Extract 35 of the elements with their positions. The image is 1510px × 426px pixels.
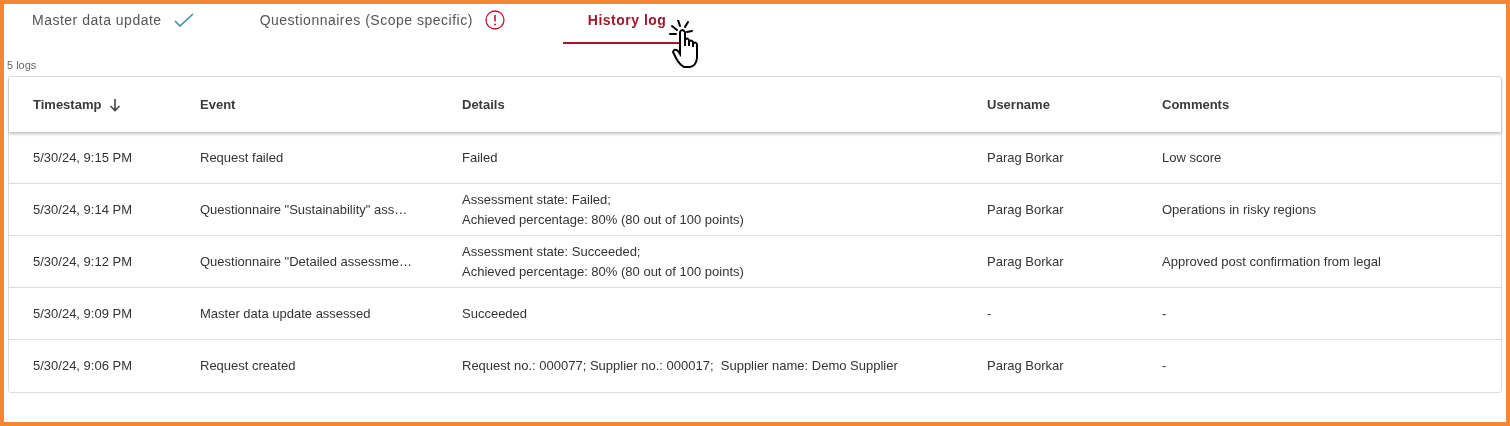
table-cell-line: Achieved percentage: 80% (80 out of 100 points) (462, 262, 744, 281)
log-count: 5 logs (6, 58, 38, 73)
table-cell-text: 5/30/24, 9:06 PM (33, 357, 132, 375)
table-cell-text: Questionnaire "Sustainability" ass… (200, 200, 408, 219)
table-cell-line: Assessment state: Succeeded; (462, 242, 641, 261)
table-cell-text: Approved post confirmation from legal (1162, 252, 1381, 271)
table-cell-line: Failed (462, 148, 498, 167)
table-cell-line: Succeeded (462, 304, 528, 323)
column-header[interactable]: Timestamp (33, 94, 102, 115)
table-cell-text: 5/30/24, 9:12 PM (33, 252, 132, 271)
column-header[interactable]: Comments (1162, 94, 1230, 115)
tab[interactable]: Questionnaires (Scope specific) (251, 4, 513, 44)
table-cell-line: Request no.: 000077; Supplier no.: 000017; Supplier name: Demo Supplier (462, 357, 898, 375)
table-cell-text: Low score (1162, 148, 1222, 167)
table-cell-text: - (1162, 357, 1167, 375)
table-cell-text: 5/30/24, 9:14 PM (33, 200, 132, 219)
tab[interactable]: Master data update (24, 4, 202, 44)
table-cell-text: Master data update assessed (200, 304, 371, 323)
table-cell-text: Parag Borkar (987, 200, 1064, 219)
table-cell-text: 5/30/24, 9:09 PM (33, 304, 132, 323)
column-header[interactable]: Event (200, 94, 236, 115)
table-cell-text: Questionnaire "Detailed assessme… (200, 252, 412, 271)
table-cell-text: - (1162, 304, 1167, 323)
table-cell-text: Parag Borkar (987, 148, 1064, 167)
table-cell-text: 5/30/24, 9:15 PM (33, 148, 132, 167)
column-header[interactable]: Username (987, 94, 1050, 115)
table-cell-text: Operations in risky regions (1162, 200, 1316, 219)
column-header[interactable]: Details (462, 94, 505, 115)
table-cell-text: Request failed (200, 148, 284, 167)
table-cell-text: Parag Borkar (987, 252, 1064, 271)
table-cell-line: Achieved percentage: 80% (80 out of 100 points) (462, 210, 744, 229)
table-cell-text: Parag Borkar (987, 357, 1064, 375)
table-cell-text: - (987, 304, 992, 323)
table-cell-text: Request created (200, 357, 296, 375)
table-cell-line: Assessment state: Failed; (462, 190, 611, 209)
